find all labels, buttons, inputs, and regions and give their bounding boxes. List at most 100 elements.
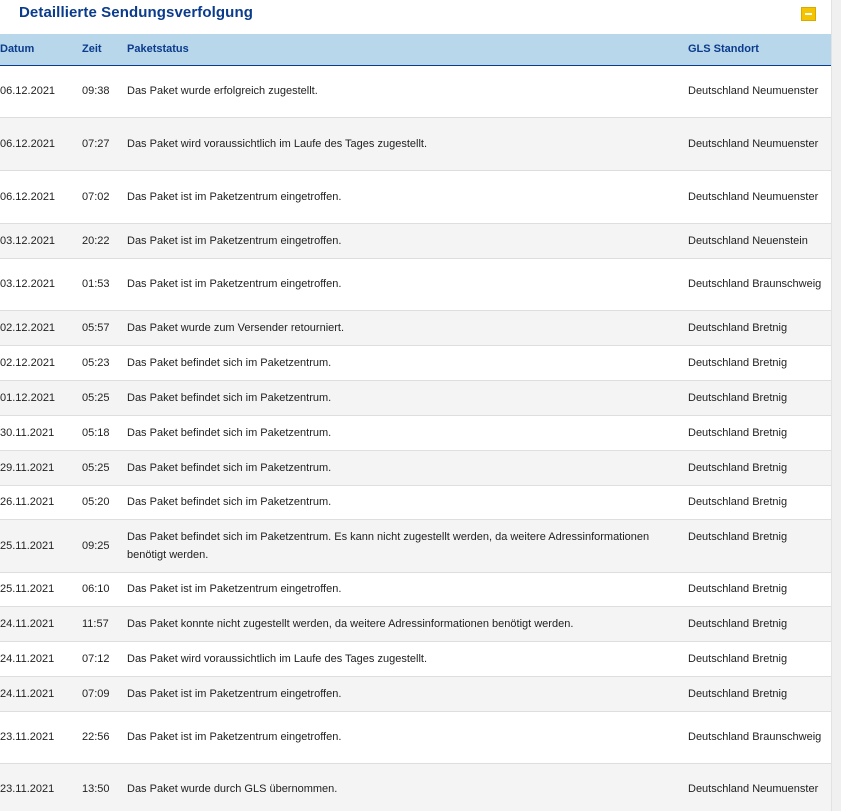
table-body: 06.12.2021 09:38 Das Paket wurde erfolgrei… (0, 65, 831, 811)
cell-time: 05:18 (82, 415, 127, 451)
cell-status: Das Paket befindet sich im Paketzentrum. (127, 345, 688, 381)
cell-date: 01.12.2021 (0, 380, 82, 416)
cell-date: 06.12.2021 (0, 65, 82, 118)
cell-date: 23.11.2021 (0, 711, 82, 764)
cell-status: Das Paket wurde zum Versender retournier… (127, 310, 688, 346)
table-header: Datum Zeit Paketstatus GLS Standort (0, 34, 831, 65)
cell-location: Deutschland Bretnig (688, 380, 831, 416)
cell-date: 23.11.2021 (0, 763, 82, 811)
table-row: 03.12.2021 20:22 Das Paket ist im Paketzen… (0, 223, 831, 259)
cell-status: Das Paket wird voraussichtlich im Laufe … (127, 641, 688, 677)
table-row: 24.11.2021 11:57 Das Paket konnte nicht zu… (0, 606, 831, 642)
cell-date: 06.12.2021 (0, 117, 82, 171)
tracking-table: Datum Zeit Paketstatus GLS Standort 06.1… (0, 34, 831, 811)
cell-date: 03.12.2021 (0, 258, 82, 311)
cell-date: 24.11.2021 (0, 641, 82, 677)
cell-date: 03.12.2021 (0, 223, 82, 259)
cell-time: 05:25 (82, 380, 127, 416)
cell-status: Das Paket befindet sich im Paketzentrum. (127, 380, 688, 416)
cell-location: Deutschland Bretnig (688, 641, 831, 677)
panel-header: Detaillierte Sendungsverfolgung (0, 0, 831, 34)
cell-location: Deutschland Braunschweig (688, 711, 831, 764)
column-header-location[interactable]: GLS Standort (688, 34, 831, 65)
table-row: 25.11.2021 06:10 Das Paket ist im Paketzen… (0, 572, 831, 607)
table-row: 06.12.2021 09:38 Das Paket wurde erfolgrei… (0, 65, 831, 118)
table-row: 06.12.2021 07:02 Das Paket ist im Paketzen… (0, 170, 831, 224)
cell-location: Deutschland Neumuenster (688, 170, 831, 224)
cell-location: Deutschland Bretnig (688, 310, 831, 346)
cell-status: Das Paket wurde erfolgreich zugestellt. (127, 65, 688, 118)
column-header-time[interactable]: Zeit (82, 34, 127, 65)
cell-location: Deutschland Bretnig (688, 450, 831, 486)
tracking-panel: Detaillierte Sendungsverfolgung Datum Ze… (0, 0, 831, 811)
cell-time: 20:22 (82, 223, 127, 259)
cell-status: Das Paket befindet sich im Paketzentrum. (127, 450, 688, 486)
cell-status: Das Paket befindet sich im Paketzentrum. (127, 415, 688, 451)
cell-status: Das Paket ist im Paketzentrum eingetroff… (127, 170, 688, 224)
cell-time: 05:20 (82, 485, 127, 520)
cell-time: 07:02 (82, 170, 127, 224)
scrollbar-track[interactable] (831, 0, 841, 811)
cell-time: 05:23 (82, 345, 127, 381)
cell-date: 30.11.2021 (0, 415, 82, 451)
cell-status: Das Paket konnte nicht zugestellt werden… (127, 606, 688, 642)
collapse-button[interactable] (801, 7, 816, 21)
cell-time: 13:50 (82, 763, 127, 811)
cell-date: 02.12.2021 (0, 345, 82, 381)
cell-time: 11:57 (82, 606, 127, 642)
table-row: 24.11.2021 07:09 Das Paket ist im Paketzen… (0, 676, 831, 712)
table-row: 02.12.2021 05:23 Das Paket befindet sich i… (0, 345, 831, 381)
minus-icon (805, 13, 812, 15)
table-row: 25.11.2021 09:25 Das Paket befindet sich i… (0, 519, 831, 573)
cell-time: 01:53 (82, 258, 127, 311)
cell-time: 09:25 (82, 519, 127, 573)
cell-date: 24.11.2021 (0, 606, 82, 642)
cell-date: 29.11.2021 (0, 450, 82, 486)
cell-time: 07:09 (82, 676, 127, 712)
cell-time: 05:25 (82, 450, 127, 486)
cell-status: Das Paket ist im Paketzentrum eingetroff… (127, 676, 688, 712)
cell-status: Das Paket ist im Paketzentrum eingetroff… (127, 572, 688, 607)
cell-time: 22:56 (82, 711, 127, 764)
cell-location: Deutschland Braunschweig (688, 258, 831, 311)
cell-status: Das Paket befindet sich im Paketzentrum. (127, 485, 688, 520)
cell-location: Deutschland Neumuenster (688, 65, 831, 118)
cell-date: 26.11.2021 (0, 485, 82, 520)
table-row: 24.11.2021 07:12 Das Paket wird voraussich… (0, 641, 831, 677)
table-row: 23.11.2021 22:56 Das Paket ist im Paketzen… (0, 711, 831, 764)
cell-date: 06.12.2021 (0, 170, 82, 224)
cell-status: Das Paket wurde durch GLS übernommen. (127, 763, 688, 811)
panel-title: Detaillierte Sendungsverfolgung (19, 4, 253, 21)
cell-date: 24.11.2021 (0, 676, 82, 712)
cell-location: Deutschland Bretnig (688, 345, 831, 381)
table-row: 29.11.2021 05:25 Das Paket befindet sich i… (0, 450, 831, 486)
table-row: 26.11.2021 05:20 Das Paket befindet sich i… (0, 485, 831, 520)
table-row: 03.12.2021 01:53 Das Paket ist im Paketzen… (0, 258, 831, 311)
table-row: 06.12.2021 07:27 Das Paket wird voraussich… (0, 117, 831, 171)
cell-location: Deutschland Bretnig (688, 606, 831, 642)
column-header-date[interactable]: Datum (0, 34, 82, 65)
column-header-status[interactable]: Paketstatus (127, 34, 688, 65)
cell-time: 06:10 (82, 572, 127, 607)
cell-location: Deutschland Neumuenster (688, 763, 831, 811)
cell-time: 07:12 (82, 641, 127, 677)
table-row: 02.12.2021 05:57 Das Paket wurde zum Verse… (0, 310, 831, 346)
cell-time: 07:27 (82, 117, 127, 171)
cell-location: Deutschland Bretnig (688, 485, 831, 520)
cell-location: Deutschland Bretnig (688, 572, 831, 607)
cell-time: 09:38 (82, 65, 127, 118)
cell-location: Deutschland Bretnig (688, 676, 831, 712)
cell-status: Das Paket wird voraussichtlich im Laufe … (127, 117, 688, 171)
table-row: 30.11.2021 05:18 Das Paket befindet sich i… (0, 415, 831, 451)
table-row: 01.12.2021 05:25 Das Paket befindet sich i… (0, 380, 831, 416)
cell-location: Deutschland Neuenstein (688, 223, 831, 259)
table-row: 23.11.2021 13:50 Das Paket wurde durch GLS… (0, 763, 831, 811)
cell-date: 02.12.2021 (0, 310, 82, 346)
cell-status: Das Paket ist im Paketzentrum eingetroff… (127, 223, 688, 259)
table-header-row: Datum Zeit Paketstatus GLS Standort (0, 34, 831, 65)
cell-date: 25.11.2021 (0, 572, 82, 607)
cell-location: Deutschland Neumuenster (688, 117, 831, 171)
cell-location: Deutschland Bretnig (688, 415, 831, 451)
cell-date: 25.11.2021 (0, 519, 82, 573)
cell-location: Deutschland Bretnig (688, 519, 831, 573)
